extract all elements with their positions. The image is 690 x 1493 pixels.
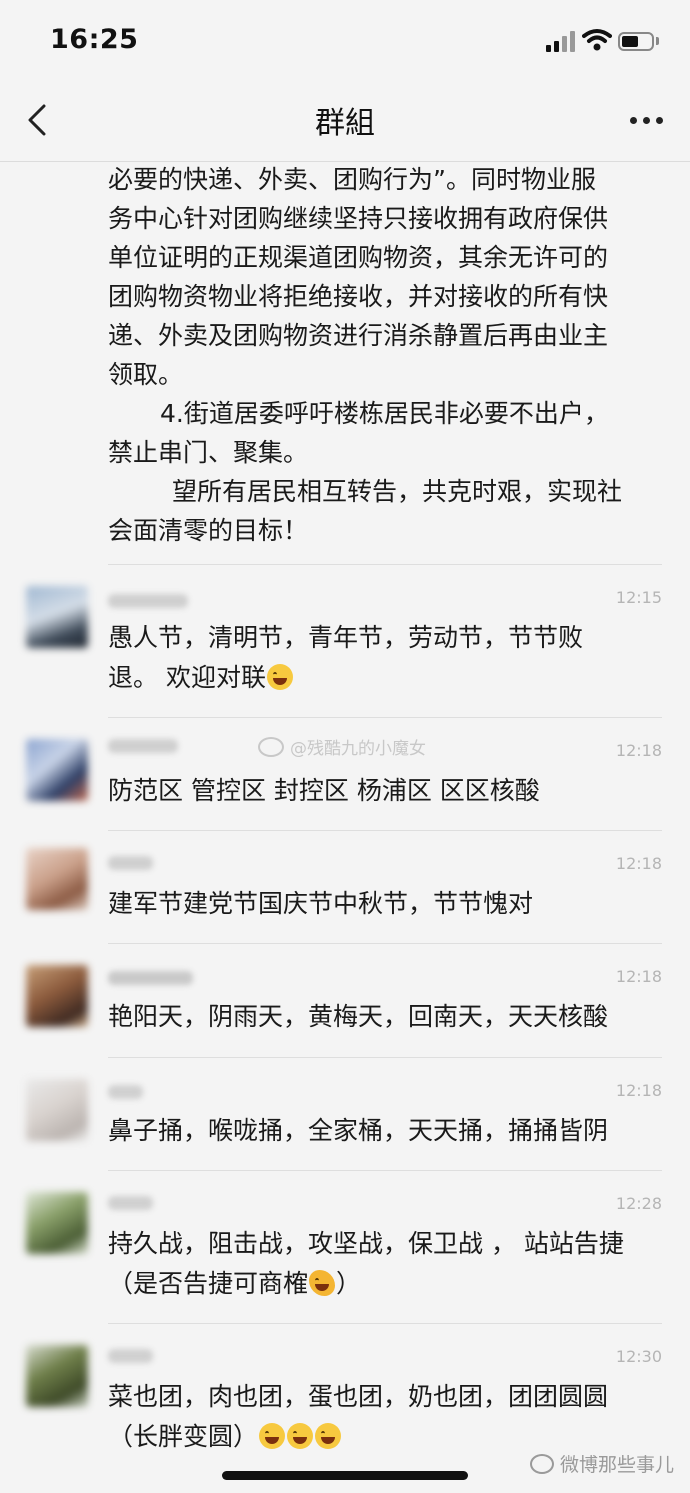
notice-message: 必要的快递、外卖、团购行为”。同时物业服 务中心针对团购继续坚持只接收拥有政府保… bbox=[108, 160, 668, 550]
message-time: 12:18 bbox=[615, 741, 662, 760]
message-divider bbox=[108, 830, 662, 831]
grin-sweat-emoji-icon bbox=[315, 1423, 342, 1449]
message-text[interactable]: 持久战，阻击战，攻坚战，保卫战 ， 站站告捷 （是否告捷可商榷） bbox=[108, 1224, 668, 1304]
message-time: 12:18 bbox=[615, 854, 662, 873]
grin-sweat-emoji-icon bbox=[259, 1423, 286, 1449]
message-text[interactable]: 建军节建党节国庆节中秋节，节节愧对 bbox=[108, 884, 668, 924]
more-dots-icon bbox=[630, 117, 637, 124]
message-line: 愚人节，清明节，青年节，劳动节，节节败 bbox=[108, 623, 584, 652]
message-text[interactable]: 愚人节，清明节，青年节，劳动节，节节败 退。 欢迎对联 bbox=[108, 618, 668, 698]
message-line: 鼻子捅，喉咙捅，全家桶，天天捅，捅捅皆阴 bbox=[108, 1116, 609, 1145]
avatar[interactable] bbox=[26, 848, 88, 910]
message-text[interactable]: 菜也团，肉也团，蛋也团，奶也团，团团圆圆 （长胖变圆） bbox=[108, 1377, 668, 1457]
message-line: 退。 欢迎对联 bbox=[108, 663, 266, 692]
nav-bar: 群組 bbox=[0, 86, 690, 162]
message-time: 12:30 bbox=[615, 1347, 662, 1366]
message-time: 12:18 bbox=[615, 967, 662, 986]
message-line: （长胖变圆） bbox=[108, 1422, 259, 1451]
avatar[interactable] bbox=[26, 1079, 88, 1141]
message-divider bbox=[108, 943, 662, 944]
message-divider bbox=[108, 1057, 662, 1058]
sender-name-blurred[interactable] bbox=[108, 971, 193, 985]
weibo-icon bbox=[258, 737, 284, 757]
message-line: 菜也团，肉也团，蛋也团，奶也团，团团圆圆 bbox=[108, 1382, 609, 1411]
page-title: 群組 bbox=[315, 106, 375, 141]
message-text[interactable]: 防范区 管控区 封控区 杨浦区 区区核酸 bbox=[108, 771, 668, 811]
sender-name-blurred[interactable] bbox=[108, 594, 188, 608]
notice-line: 望所有居民相互转告，共克时艰，实现社 bbox=[172, 477, 623, 506]
image-watermark: @残酷九的小魔女 bbox=[258, 734, 426, 759]
message-line: 防范区 管控区 封控区 杨浦区 区区核酸 bbox=[108, 776, 540, 805]
status-time: 16:25 bbox=[50, 24, 139, 55]
grin-sweat-emoji-icon bbox=[266, 664, 293, 690]
sender-name-blurred[interactable] bbox=[108, 1349, 153, 1363]
avatar[interactable] bbox=[26, 739, 88, 801]
home-indicator[interactable] bbox=[222, 1471, 468, 1480]
footer-watermark: 微博那些事儿 bbox=[530, 1450, 674, 1477]
wechat-icon bbox=[530, 1454, 554, 1474]
message-time: 12:15 bbox=[615, 588, 662, 607]
message-divider bbox=[108, 1170, 662, 1171]
notice-line: 必要的快递、外卖、团购行为”。同时物业服 bbox=[108, 165, 596, 194]
notice-line: 领取。 bbox=[108, 360, 184, 389]
avatar[interactable] bbox=[26, 1192, 88, 1254]
message-line: 艳阳天，阴雨天，黄梅天，回南天，天天核酸 bbox=[108, 1002, 609, 1031]
message-line: 建军节建党节国庆节中秋节，节节愧对 bbox=[108, 889, 534, 918]
more-button[interactable] bbox=[622, 100, 670, 140]
notice-line: 单位证明的正规渠道团购物资，其余无许可的 bbox=[108, 243, 609, 272]
notice-line: 禁止串门、聚集。 bbox=[108, 438, 309, 467]
message-time: 12:28 bbox=[615, 1194, 662, 1213]
avatar[interactable] bbox=[26, 1345, 88, 1407]
message-divider bbox=[108, 1323, 662, 1324]
cellular-signal-icon bbox=[546, 30, 576, 52]
avatar[interactable] bbox=[26, 586, 88, 648]
status-bar: 16:25 bbox=[0, 0, 690, 86]
message-time: 12:18 bbox=[615, 1081, 662, 1100]
clap-emoji-icon bbox=[309, 1270, 336, 1296]
avatar[interactable] bbox=[26, 965, 88, 1027]
battery-icon bbox=[618, 32, 654, 51]
message-divider bbox=[108, 717, 662, 718]
notice-line: 会面清零的目标！ bbox=[108, 516, 309, 545]
notice-line: 递、外卖及团购物资进行消杀静置后再由业主 bbox=[108, 321, 609, 350]
message-text[interactable]: 鼻子捅，喉咙捅，全家桶，天天捅，捅捅皆阴 bbox=[108, 1111, 668, 1151]
sender-name-blurred[interactable] bbox=[108, 856, 153, 870]
sender-name-blurred[interactable] bbox=[108, 1085, 143, 1099]
message-line: （是否告捷可商榷 bbox=[108, 1269, 309, 1298]
message-divider bbox=[108, 564, 662, 565]
wifi-icon bbox=[582, 29, 612, 51]
grin-sweat-emoji-icon bbox=[287, 1423, 314, 1449]
notice-line: 务中心针对团购继续坚持只接收拥有政府保供 bbox=[108, 204, 609, 233]
notice-line: 4.街道居委呼吁楼栋居民非必要不出户， bbox=[160, 399, 609, 428]
message-line: 持久战，阻击战，攻坚战，保卫战 ， 站站告捷 bbox=[108, 1229, 624, 1258]
sender-name-blurred[interactable] bbox=[108, 1196, 153, 1210]
notice-line: 团购物资物业将拒绝接收，并对接收的所有快 bbox=[108, 282, 609, 311]
message-text[interactable]: 艳阳天，阴雨天，黄梅天，回南天，天天核酸 bbox=[108, 997, 668, 1037]
sender-name-blurred[interactable] bbox=[108, 739, 178, 753]
